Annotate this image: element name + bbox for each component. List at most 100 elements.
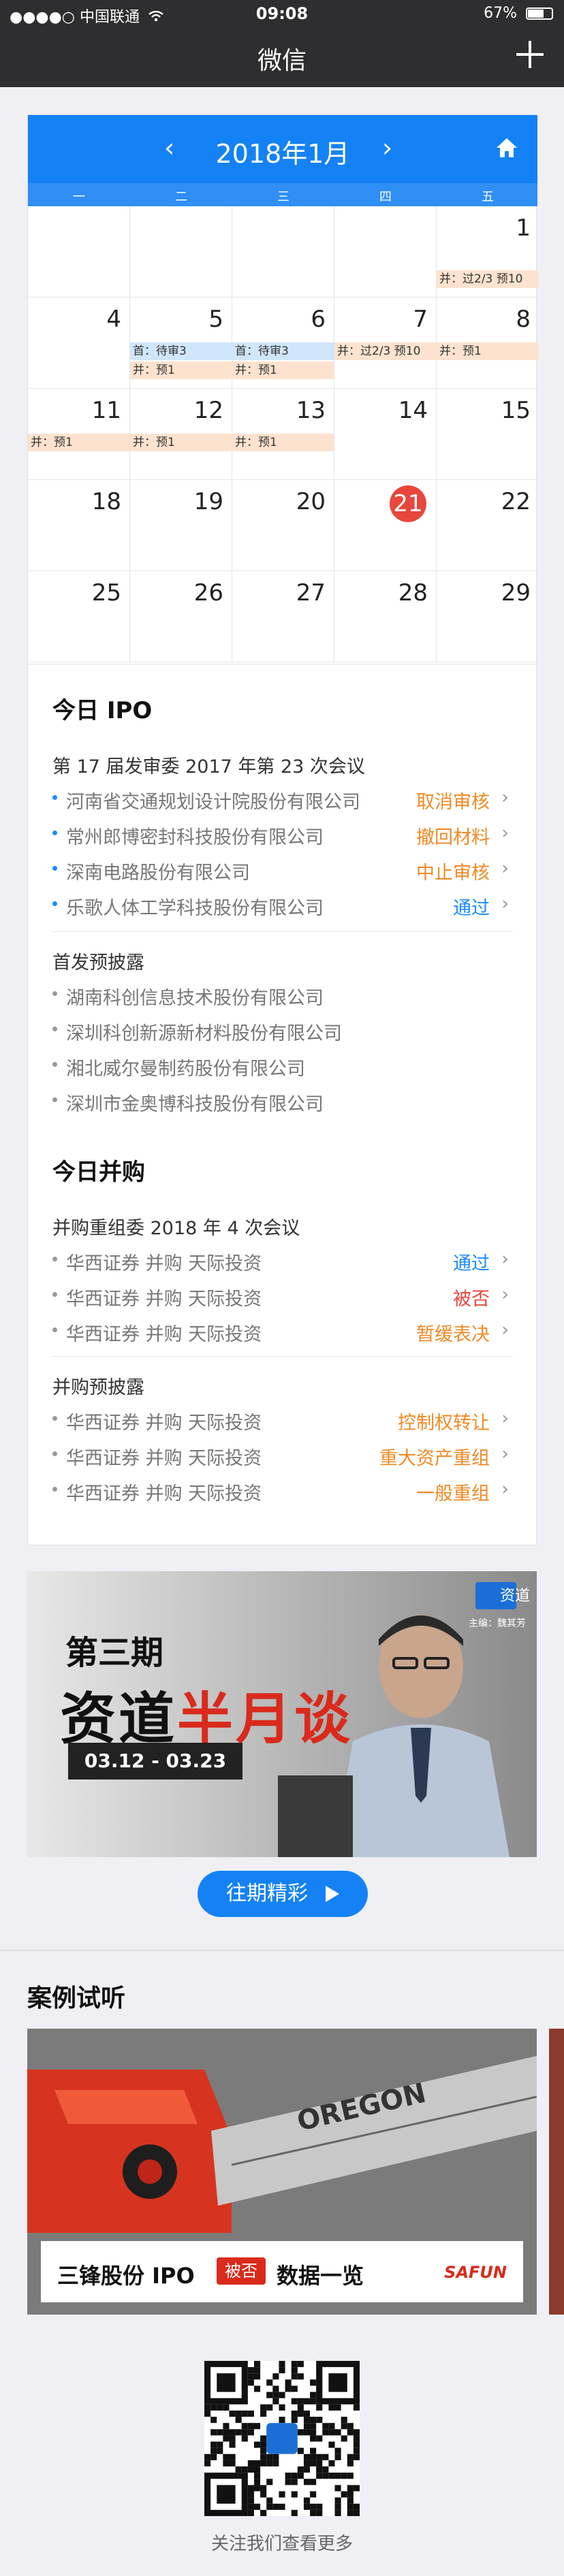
- calendar-grid: 1 并：过2/3 预10 4 5 首：待审3 并：预1 6 首：待审3 并：预1 7 并：过2/3 …: [28, 206, 539, 664]
- weekday-label: 四: [379, 190, 392, 204]
- next-case-card[interactable]: [549, 2029, 564, 2315]
- calendar-day[interactable]: 5 首：待审3 并：预1: [130, 297, 232, 389]
- battery-percent: 67%: [484, 5, 517, 22]
- chevron-right-icon: ›: [501, 893, 509, 914]
- list-item[interactable]: 河南省交通规划设计院股份有限公司 取消审核 ›: [52, 782, 513, 816]
- today-date: 21: [390, 485, 426, 522]
- day-number: 12: [193, 397, 223, 424]
- bullet-icon: [52, 1097, 57, 1102]
- case-card[interactable]: OREGON 三锋股份 IPO 被否 数据一览 SAFUN: [27, 2029, 537, 2315]
- calendar-day[interactable]: 6 首：待审3 并：预1: [232, 297, 334, 389]
- calendar-day: [130, 206, 232, 297]
- list-item: 湖南科创信息技术股份有限公司: [52, 978, 513, 1012]
- calendar-month: 2018年1月: [215, 139, 350, 169]
- day-number: 26: [193, 579, 223, 607]
- past-episodes-button[interactable]: 往期精彩: [198, 1871, 368, 1917]
- calendar-event-tag: 首：待审3: [130, 342, 232, 360]
- calendar-day[interactable]: 13 并：预1: [232, 389, 334, 480]
- ipo-disclosure-title: 首发预披露: [52, 952, 144, 973]
- calendar-day[interactable]: 29: [437, 571, 539, 662]
- bullet-icon: [52, 1027, 57, 1031]
- company-name: 华西证券 并购 天际投资: [66, 1324, 262, 1345]
- calendar-day[interactable]: 25: [28, 571, 130, 662]
- status-label: 暂缓表决: [416, 1324, 490, 1345]
- list-item[interactable]: 华西证券 并购 天际投资 重大资产重组 ›: [52, 1438, 513, 1472]
- calendar-day[interactable]: 28: [334, 571, 437, 662]
- company-name: 华西证券 并购 天际投资: [66, 1289, 262, 1310]
- bullet-icon: [52, 1292, 57, 1297]
- calendar-day[interactable]: 27: [232, 571, 334, 662]
- calendar-day[interactable]: 18: [28, 480, 130, 571]
- status-badge: 被否: [217, 2257, 266, 2285]
- chevron-right-icon: ›: [501, 1249, 509, 1270]
- nav-bar: 微信: [0, 27, 564, 87]
- day-number: 14: [398, 397, 428, 424]
- calendar-day[interactable]: 21: [334, 480, 437, 571]
- list-item[interactable]: 常州郎博密封科技股份有限公司 撤回材料 ›: [52, 817, 513, 851]
- prev-month-button[interactable]: ‹: [164, 133, 174, 163]
- calendar-event-tag: 并：过2/3 预10: [334, 342, 437, 360]
- company-name: 常州郎博密封科技股份有限公司: [66, 827, 324, 848]
- calendar-day[interactable]: 26: [130, 571, 232, 662]
- next-month-button[interactable]: ›: [382, 133, 392, 163]
- company-name: 华西证券 并购 天际投资: [66, 1253, 262, 1274]
- bullet-icon: [52, 1327, 57, 1332]
- host-portrait: [278, 1615, 510, 1857]
- page-title: 微信: [257, 47, 307, 75]
- bullet-icon: [52, 991, 57, 996]
- status-label: 中止审核: [416, 863, 490, 884]
- plus-icon[interactable]: [514, 38, 546, 71]
- day-number: 13: [296, 397, 326, 424]
- calendar-day: [28, 206, 130, 297]
- calendar-day[interactable]: 8 并：预1: [437, 297, 539, 389]
- calendar-day[interactable]: 4: [28, 297, 130, 389]
- past-episodes-label: 往期精彩: [226, 1882, 308, 1905]
- divider: [52, 1356, 513, 1357]
- calendar-day[interactable]: 20: [232, 480, 334, 571]
- day-number: 1: [516, 214, 531, 242]
- ipo-card: 今日 IPO 第 17 届发审委 2017 年第 23 次会议 河南省交通规划设…: [27, 664, 537, 1545]
- calendar-day[interactable]: 15: [437, 389, 539, 480]
- promo-banner[interactable]: 第三期 资道半月谈 03.12 - 03.23 资道 主编：魏其芳: [27, 1571, 537, 1857]
- list-item: 湘北威尔曼制药股份有限公司: [52, 1048, 513, 1082]
- calendar-day[interactable]: 11 并：预1: [28, 389, 130, 480]
- calendar-day[interactable]: 19: [130, 480, 232, 571]
- bullet-icon: [52, 831, 57, 835]
- list-item[interactable]: 华西证券 并购 天际投资 通过 ›: [52, 1243, 513, 1277]
- status-label: 控制权转让: [398, 1413, 490, 1434]
- list-item[interactable]: 华西证券 并购 天际投资 控制权转让 ›: [52, 1402, 513, 1436]
- list-item[interactable]: 华西证券 并购 天际投资 暂缓表决 ›: [52, 1314, 513, 1348]
- status-label: 取消审核: [416, 792, 490, 813]
- home-icon[interactable]: [495, 137, 518, 159]
- list-item[interactable]: 华西证券 并购 天际投资 一般重组 ›: [52, 1473, 513, 1507]
- bullet-icon: [52, 1416, 57, 1421]
- calendar-event-tag: 首：待审3: [232, 342, 334, 360]
- list-item[interactable]: 华西证券 并购 天际投资 被否 ›: [52, 1278, 513, 1313]
- calendar-day[interactable]: 12 并：预1: [130, 389, 232, 480]
- chevron-right-icon: ›: [501, 1408, 509, 1429]
- banner-host: 主编：魏其芳: [469, 1618, 526, 1629]
- calendar-card: 2018年1月 ‹ › 一二三四五 1 并：过2/3 预10 4 5 首：待审3 并：预1…: [27, 114, 539, 664]
- day-number: 29: [501, 579, 531, 607]
- calendar-event-tag: 并：过2/3 预10: [437, 270, 539, 288]
- chevron-right-icon: ›: [501, 787, 509, 808]
- weekday-label: 一: [73, 190, 85, 204]
- banner-dates: 03.12 - 03.23: [68, 1743, 242, 1780]
- day-number: 20: [296, 488, 326, 515]
- company-name: 河南省交通规划设计院股份有限公司: [66, 792, 360, 813]
- day-number: 8: [516, 306, 531, 333]
- calendar-day[interactable]: 7 并：过2/3 预10: [334, 297, 437, 389]
- status-label: 通过: [453, 898, 490, 919]
- day-number: 22: [501, 488, 531, 515]
- calendar-day[interactable]: 14: [334, 389, 437, 480]
- bullet-icon: [52, 1257, 57, 1261]
- bullet-icon: [52, 866, 57, 871]
- calendar-day[interactable]: 22: [437, 480, 539, 571]
- list-item[interactable]: 乐歌人体工学科技股份有限公司 通过 ›: [52, 888, 513, 922]
- day-number: 19: [193, 488, 223, 515]
- calendar-event-tag: 并：预1: [232, 361, 334, 379]
- list-item[interactable]: 深南电路股份有限公司 中止审核 ›: [52, 852, 513, 886]
- day-number: 7: [413, 306, 428, 333]
- brand-logo-text: 资道: [499, 1588, 530, 1605]
- calendar-day[interactable]: 1 并：过2/3 预10: [437, 206, 539, 297]
